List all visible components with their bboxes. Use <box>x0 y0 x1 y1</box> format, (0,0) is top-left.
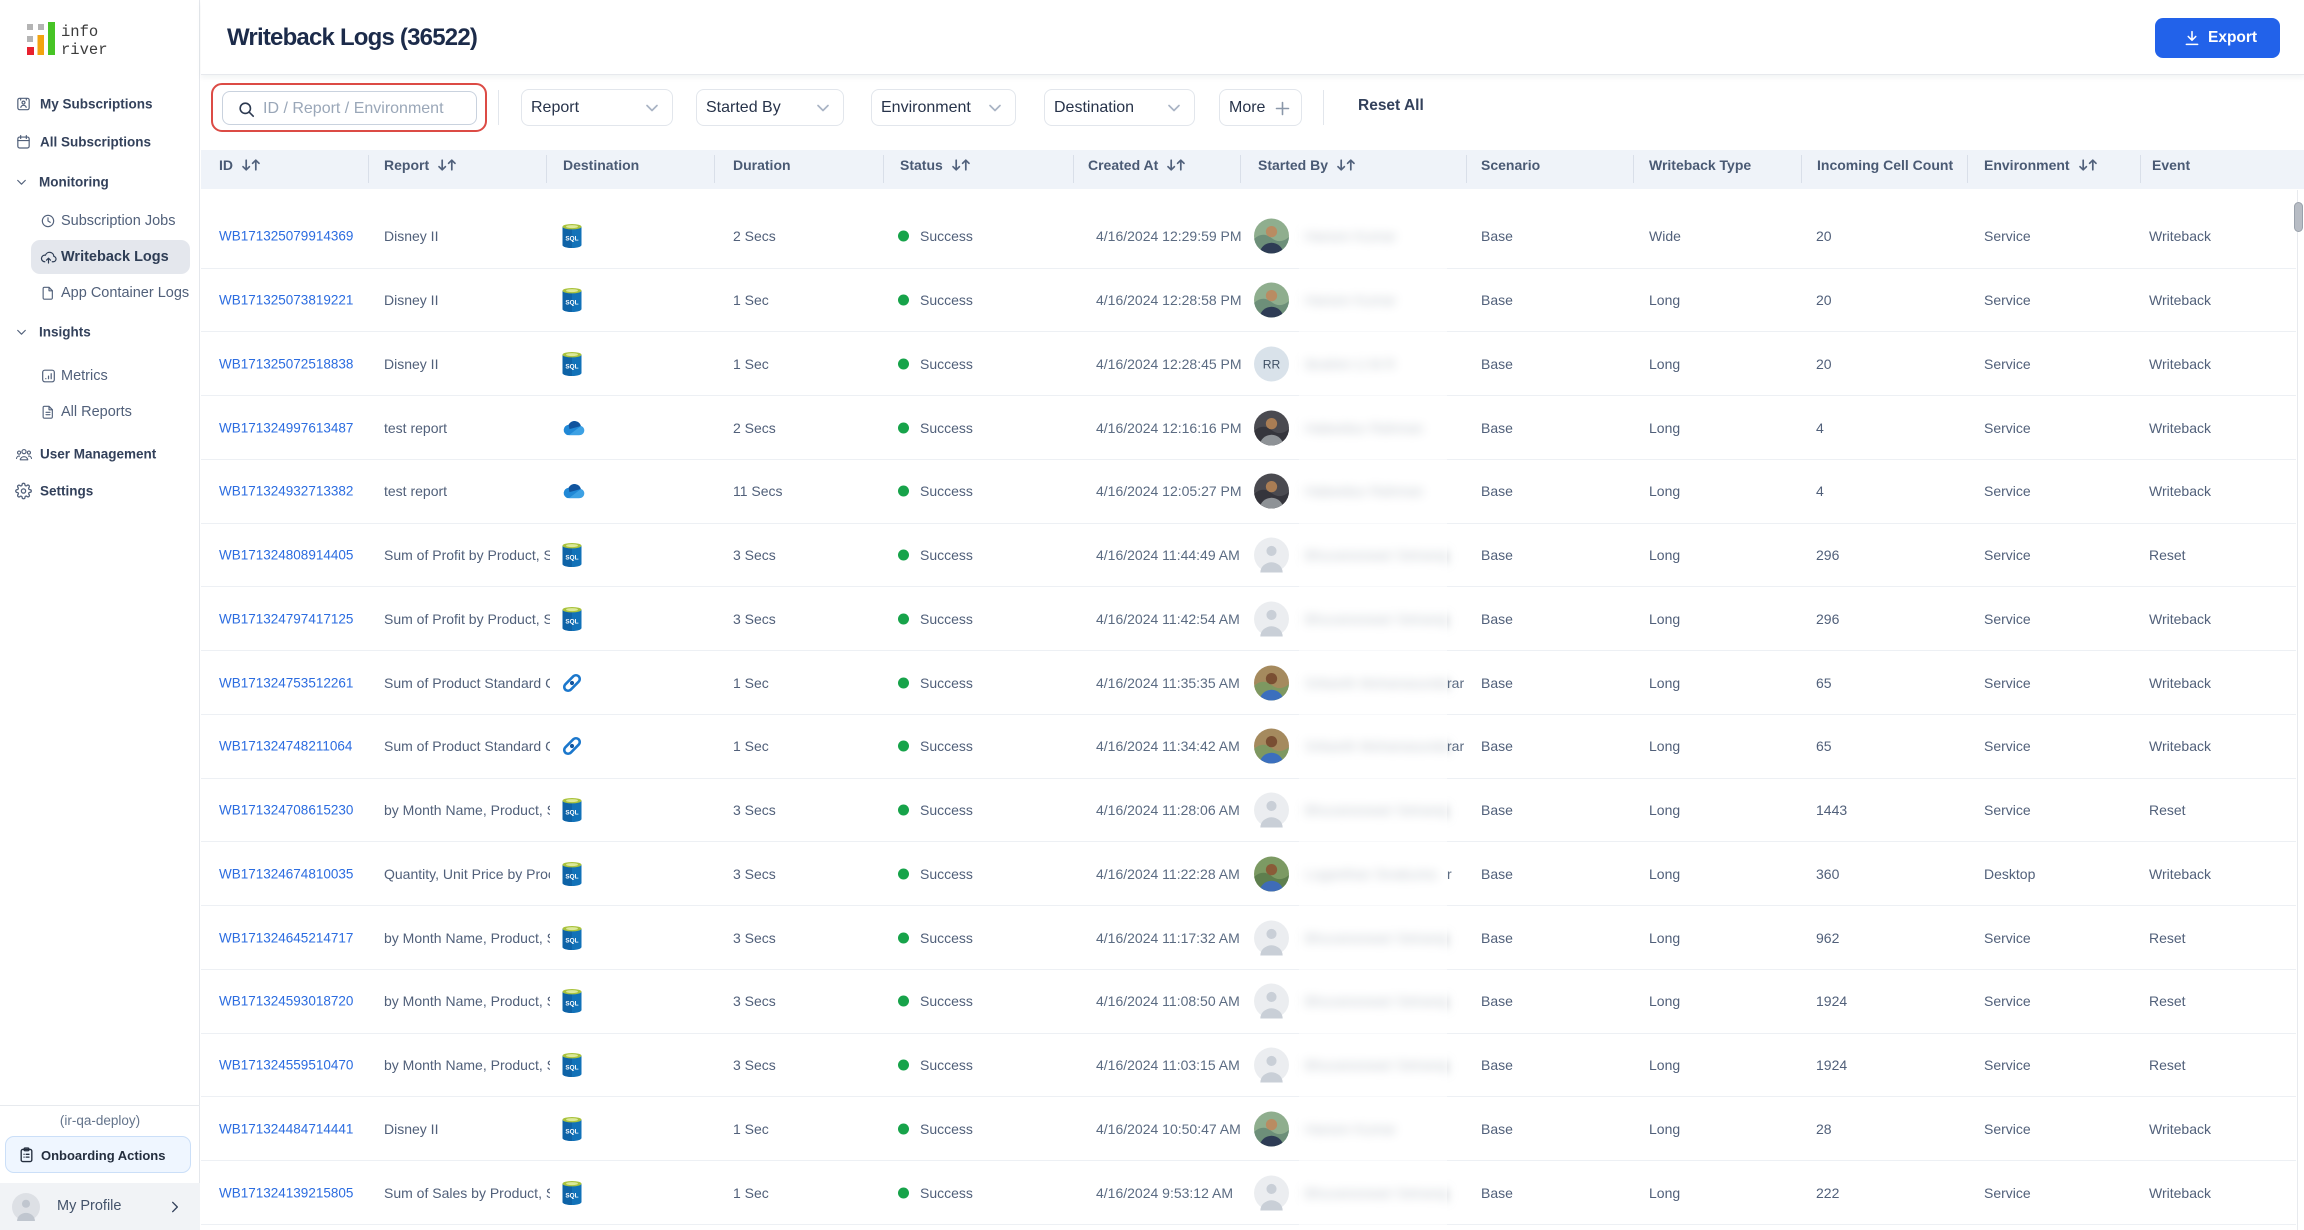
svg-text:SQL: SQL <box>565 618 578 625</box>
svg-text:RR: RR <box>1263 357 1281 371</box>
svg-text:SQL: SQL <box>565 937 578 944</box>
svg-text:SQL: SQL <box>565 1128 578 1135</box>
svg-text:SQL: SQL <box>565 363 578 370</box>
svg-text:SQL: SQL <box>565 1192 578 1199</box>
svg-text:SQL: SQL <box>565 555 578 562</box>
svg-text:SQL: SQL <box>565 1065 578 1072</box>
svg-text:SQL: SQL <box>565 300 578 307</box>
svg-text:SQL: SQL <box>565 873 578 880</box>
svg-text:SQL: SQL <box>565 1001 578 1008</box>
svg-text:SQL: SQL <box>565 236 578 243</box>
svg-text:SQL: SQL <box>565 810 578 817</box>
